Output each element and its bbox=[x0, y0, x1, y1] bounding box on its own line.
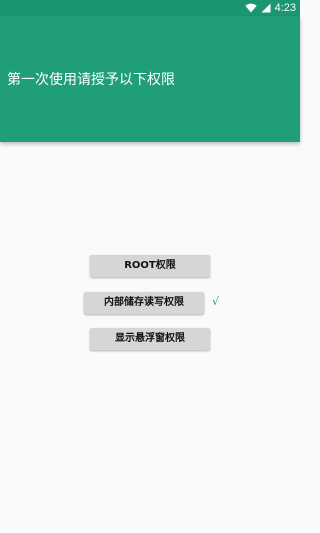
overlay-permission-button[interactable]: 显示悬浮窗权限 bbox=[90, 328, 210, 350]
status-bar: 4:23 bbox=[0, 0, 300, 16]
page-title: 第一次使用请授予以下权限 bbox=[7, 72, 175, 88]
storage-permission-button[interactable]: 内部储存读写权限 bbox=[84, 292, 204, 314]
app-header: 第一次使用请授予以下权限 bbox=[0, 16, 300, 142]
root-permission-button[interactable]: ROOT权限 bbox=[90, 255, 210, 277]
wifi-icon bbox=[244, 3, 257, 13]
status-icons: 4:23 bbox=[244, 0, 296, 16]
storage-granted-check-icon: √ bbox=[212, 295, 220, 308]
signal-icon bbox=[261, 3, 271, 13]
status-time: 4:23 bbox=[274, 2, 296, 14]
